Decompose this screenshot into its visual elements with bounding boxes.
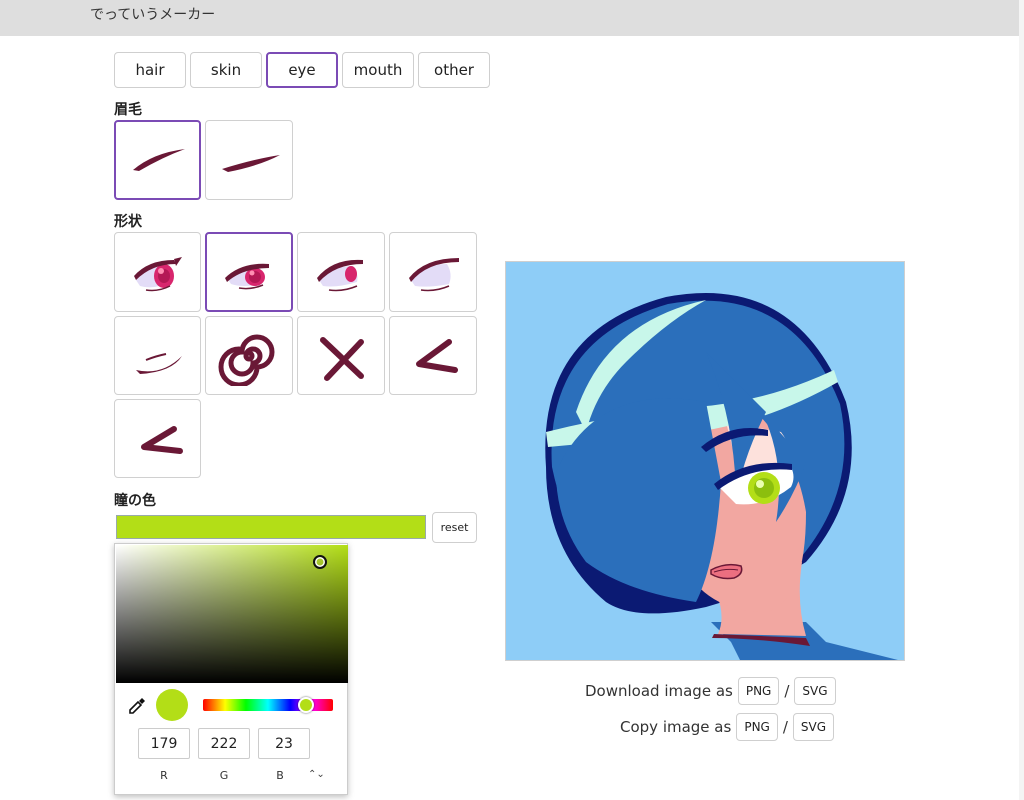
pupil-color-label: 瞳の色: [114, 493, 156, 509]
eye-closed-smile-icon: [135, 352, 182, 374]
eyebrow-flat-icon: [222, 155, 280, 172]
category-tabs: hair skin eye mouth other: [114, 52, 490, 88]
eye-shape-option-8[interactable]: [389, 316, 477, 395]
tab-other[interactable]: other: [418, 52, 490, 88]
hue-slider[interactable]: [203, 697, 333, 713]
avatar-preview: [505, 261, 905, 661]
eye-shape-option-9[interactable]: [114, 399, 201, 478]
download-separator: /: [784, 682, 790, 700]
copy-separator: /: [782, 718, 788, 736]
eye-narrow-icon: [225, 263, 269, 290]
copy-row: Copy image as PNG / SVG: [620, 713, 835, 741]
eye-shape-option-5[interactable]: [114, 316, 201, 395]
red-input[interactable]: [138, 728, 190, 759]
eyebrow-curved-icon: [132, 149, 185, 171]
blue-input[interactable]: [258, 728, 310, 759]
eye-shape-option-4[interactable]: [389, 232, 477, 312]
eye-shape-option-3[interactable]: [297, 232, 385, 312]
blue-label: B: [276, 769, 284, 782]
saturation-handle[interactable]: [313, 555, 327, 569]
eye-angle-left-icon: [140, 425, 183, 454]
tab-hair[interactable]: hair: [114, 52, 186, 88]
copy-png-button[interactable]: PNG: [736, 713, 778, 741]
eye-small-pupil-icon: [317, 259, 363, 292]
eye-shape-option-7[interactable]: [297, 316, 385, 395]
eye-spiral-icon: [218, 334, 275, 386]
eye-shape-option-2[interactable]: [205, 232, 293, 312]
mode-toggle-icon[interactable]: ⌃⌄: [308, 769, 325, 780]
green-label: G: [219, 769, 229, 782]
download-png-button[interactable]: PNG: [737, 677, 780, 705]
eye-cross-icon: [320, 336, 364, 381]
eyebrow-option-2[interactable]: [205, 120, 293, 200]
eye-round-icon: [133, 257, 182, 292]
color-picker-popup: R G B ⌃⌄: [114, 543, 348, 795]
tab-eye[interactable]: eye: [266, 52, 338, 88]
eye-shape-option-1[interactable]: [114, 232, 201, 312]
download-row: Download image as PNG / SVG: [585, 677, 836, 705]
eye-angle-icon: [416, 338, 458, 373]
eye-empty-icon: [409, 258, 459, 292]
saturation-area[interactable]: [116, 545, 348, 683]
tab-skin[interactable]: skin: [190, 52, 262, 88]
avatar-illustration: [506, 262, 904, 660]
eyebrow-option-1[interactable]: [114, 120, 201, 200]
app-title: でっていうメーカー: [90, 7, 216, 23]
eyedropper-icon[interactable]: [127, 696, 147, 716]
copy-text: Copy image as: [620, 718, 732, 736]
hue-slider-handle[interactable]: [298, 697, 314, 713]
header-bar: でっていうメーカー: [0, 0, 1019, 36]
red-label: R: [160, 769, 168, 782]
shape-section-label: 形状: [114, 214, 142, 230]
pupil-color-bar[interactable]: [116, 515, 426, 539]
eyebrow-section-label: 眉毛: [114, 102, 142, 118]
copy-svg-button[interactable]: SVG: [792, 713, 835, 741]
color-swatch-preview: [156, 689, 188, 721]
green-input[interactable]: [198, 728, 250, 759]
reset-button[interactable]: reset: [432, 512, 477, 543]
download-svg-button[interactable]: SVG: [794, 677, 836, 705]
download-text: Download image as: [585, 682, 733, 700]
page-scrollbar[interactable]: [1019, 0, 1024, 800]
eye-shape-option-6[interactable]: [205, 316, 293, 395]
tab-mouth[interactable]: mouth: [342, 52, 414, 88]
